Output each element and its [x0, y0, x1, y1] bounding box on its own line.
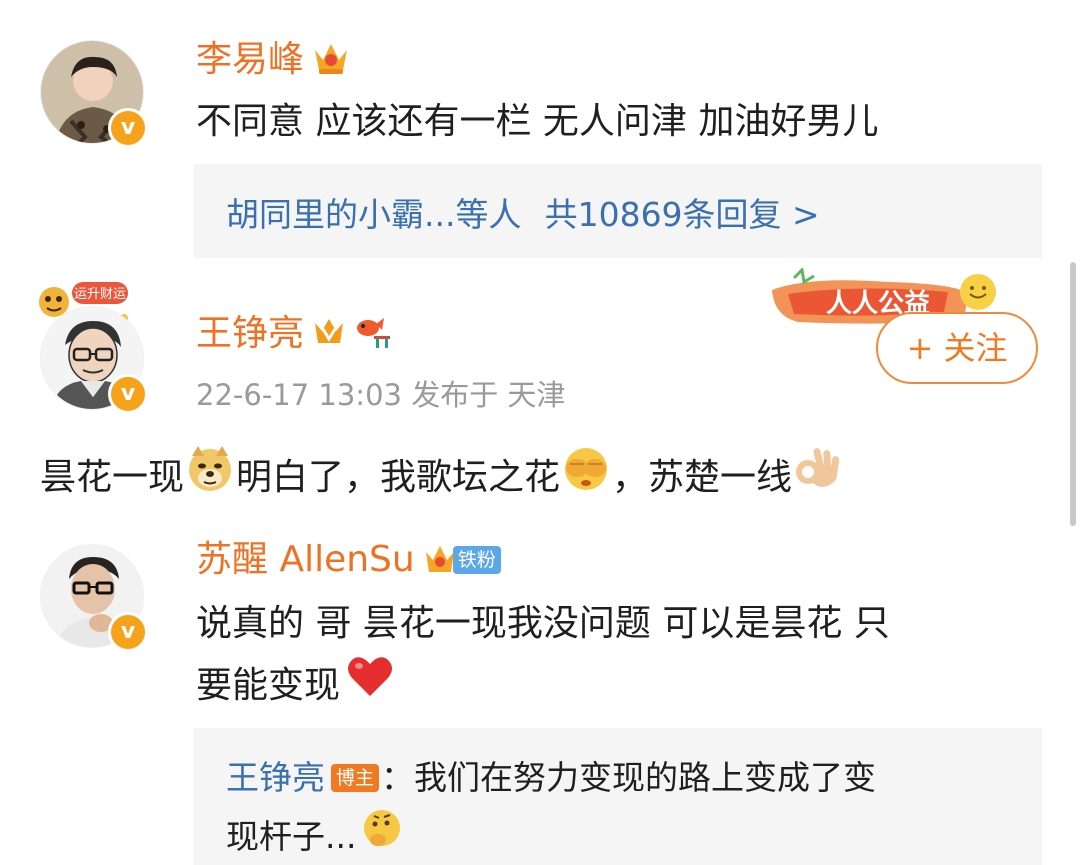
commenter-name[interactable]: 王铮亮: [196, 312, 304, 356]
comment-1-header: 李易峰: [196, 38, 350, 82]
thinking-emoji-icon: [360, 806, 404, 865]
nested-reply-line-1: 王铮亮 博主 ：我们在努力变现的路上变成了变: [226, 750, 876, 806]
comment-text-line-2-row: 要能变现: [196, 654, 394, 717]
comment-text-line-1: 说真的 哥 昙花一现我没问题 可以是昙花 只: [196, 603, 890, 644]
commenter-name[interactable]: 李易峰: [196, 38, 304, 82]
reply-author[interactable]: 王铮亮: [226, 750, 325, 806]
comment-text-part-1: 昙花一现: [40, 456, 185, 498]
follow-button[interactable]: + 关注: [876, 312, 1038, 384]
avatar-comment-2[interactable]: v: [40, 306, 148, 414]
fan-badge: 铁粉: [452, 546, 501, 574]
comment-text-part-2: 明白了，我歌坛之花: [236, 456, 561, 498]
doge-emoji-icon: [184, 442, 236, 513]
author-role-badge: 博主: [331, 764, 380, 792]
reply-text-line-2: 现杆子...: [226, 816, 357, 856]
reply-count-link[interactable]: 共10869条回复 >: [545, 195, 820, 234]
verified-v-icon: v: [108, 108, 148, 148]
scrollbar[interactable]: [1070, 262, 1076, 526]
comment-2-text: 昙花一现 明白了，我歌坛之花 ，苏楚一线: [40, 442, 842, 513]
pendant-text: 运升财运: [74, 287, 126, 302]
comment-2-header: 王铮亮: [196, 312, 394, 356]
comment-3-header: 苏醒 AllenSu 铁粉: [196, 538, 501, 582]
crown-v-icon: [312, 315, 346, 353]
verified-v-icon: v: [108, 374, 148, 414]
nested-reply-box[interactable]: 王铮亮 博主 ：我们在努力变现的路上变成了变 现杆子...: [194, 728, 1042, 865]
heart-emoji-icon: [346, 654, 394, 717]
facepalm-emoji-icon: [560, 442, 612, 513]
avatar-comment-3[interactable]: v: [40, 544, 148, 652]
commenter-name[interactable]: 苏醒 AllenSu: [196, 538, 415, 582]
replies-summary-box[interactable]: 胡同里的小霸...等人 共10869条回复 >: [194, 164, 1042, 258]
reply-text-line-1: ：我们在努力变现的路上变成了变: [381, 758, 877, 797]
koi-badge-icon: [354, 314, 394, 354]
comment-text-part-3: ，苏楚一线: [612, 456, 793, 498]
nested-reply-line-2: 现杆子...: [226, 806, 404, 865]
comment-meta: 22-6-17 13:03 发布于 天津: [196, 378, 566, 412]
crown-fan-badge-icon: 铁粉: [423, 542, 501, 578]
verified-v-icon: v: [108, 612, 148, 652]
crown-icon: [312, 40, 350, 80]
avatar-comment-1[interactable]: v: [40, 40, 148, 148]
comment-text-line-2: 要能变现: [196, 664, 341, 706]
weibo-comment-page: v 李易峰 不同意 应该还有一栏 无人问津 加油好男儿 胡同里的小霸...等人 …: [0, 0, 1080, 865]
comment-text: 不同意 应该还有一栏 无人问津 加油好男儿: [196, 101, 879, 142]
ok-hand-emoji-icon: [792, 442, 842, 513]
reply-preview-users[interactable]: 胡同里的小霸...等人: [226, 195, 521, 234]
